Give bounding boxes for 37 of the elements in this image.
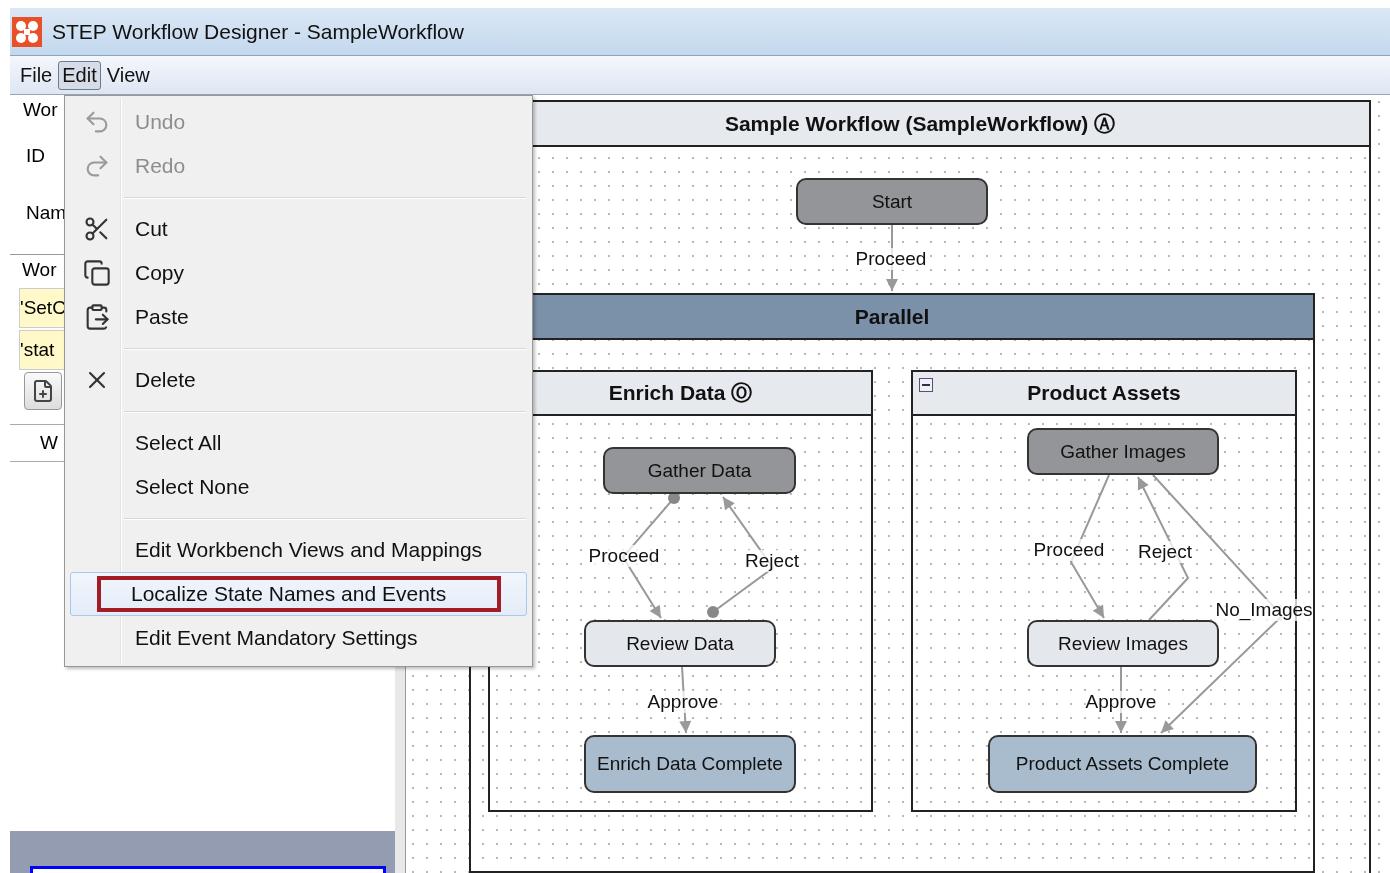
state-node[interactable]: Review Images: [1027, 620, 1219, 667]
transition-label: No_Images: [1215, 599, 1313, 621]
workflow-title: Sample Workflow (SampleWorkflow) Ⓐ: [724, 110, 1116, 137]
state-node[interactable]: Product Assets Complete: [988, 735, 1257, 793]
field-label: Wor: [22, 98, 58, 122]
transition-label: Reject: [745, 550, 799, 572]
new-document-icon: [31, 379, 55, 403]
state-node[interactable]: Gather Data: [603, 447, 796, 494]
state-node[interactable]: Enrich Data Complete: [584, 735, 796, 793]
transition-label: Approve: [1085, 691, 1157, 713]
state-node[interactable]: Review Data: [584, 620, 776, 667]
menu-title[interactable]: Edit: [58, 60, 101, 90]
menu-item[interactable]: Localize State Names and Events: [70, 572, 527, 616]
menu-item[interactable]: Cut: [70, 207, 527, 251]
state-node[interactable]: Start: [796, 178, 988, 225]
parallel-title: Parallel: [854, 304, 930, 329]
menu-title[interactable]: View: [102, 60, 154, 90]
menu-item[interactable]: Select All: [70, 421, 527, 465]
menu-item[interactable]: Select None: [70, 465, 527, 509]
transition-label: Proceed: [855, 248, 927, 270]
branch-title: Enrich Data Ⓞ: [608, 380, 753, 406]
collapse-icon[interactable]: [919, 378, 933, 392]
transition-label: Approve: [647, 691, 719, 713]
column-title: W: [40, 432, 58, 454]
new-document-button[interactable]: [24, 372, 62, 410]
copy-icon: [83, 259, 111, 287]
app-logo-icon: [12, 16, 42, 47]
window-title: STEP Workflow Designer - SampleWorkflow: [52, 19, 464, 44]
menu-title[interactable]: File: [16, 60, 57, 90]
menu-item[interactable]: Edit Event Mandatory Settings: [70, 616, 527, 660]
transition-label: Proceed: [1033, 539, 1105, 561]
branch-title: Product Assets: [1027, 381, 1181, 405]
state-node[interactable]: Gather Images: [1027, 428, 1219, 475]
field-label: ID: [25, 144, 45, 168]
transition-label: Proceed: [588, 545, 660, 567]
menu-item[interactable]: Edit Workbench Views and Mappings: [70, 528, 527, 572]
transition-label: Reject: [1138, 541, 1192, 563]
